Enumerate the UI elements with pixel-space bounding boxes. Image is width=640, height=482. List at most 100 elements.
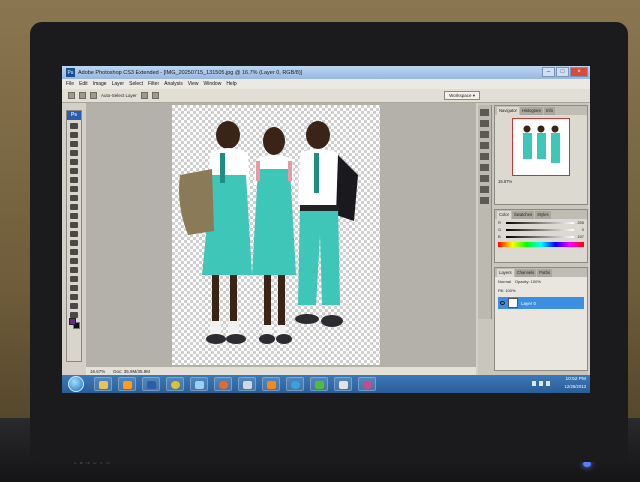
slider-track-b[interactable] [506, 235, 574, 238]
tab-paths[interactable]: Paths [537, 269, 552, 277]
tab-info[interactable]: Info [544, 107, 556, 115]
dodge-tool-icon[interactable] [70, 240, 78, 246]
slider-value-b[interactable]: 157 [576, 234, 584, 239]
taskbar-app[interactable] [286, 377, 304, 391]
blend-mode-select[interactable]: Normal [498, 279, 511, 284]
minimize-button[interactable]: – [542, 67, 555, 77]
network-icon[interactable] [532, 381, 536, 386]
clock-time[interactable]: 10:52 PM [556, 377, 586, 382]
document-canvas[interactable] [172, 105, 380, 365]
opacity-field[interactable]: Opacity: 100% [515, 279, 541, 284]
shape-tool-icon[interactable] [70, 276, 78, 282]
clock-date[interactable]: 12/26/2013 [556, 384, 586, 389]
layer-name[interactable]: Layer 0 [521, 301, 536, 306]
actions-panel-icon[interactable] [480, 120, 489, 127]
menu-file[interactable]: File [66, 81, 74, 87]
gradient-tool-icon[interactable] [70, 222, 78, 228]
tab-navigator[interactable]: Navigator [497, 107, 519, 115]
taskbar-explorer[interactable] [94, 377, 112, 391]
stamp-tool-icon[interactable] [70, 195, 78, 201]
clone-source-icon[interactable] [480, 153, 489, 160]
move-tool-icon[interactable] [68, 92, 75, 99]
fill-field[interactable]: Fill: 100% [498, 288, 516, 293]
measurement-log-icon[interactable] [480, 197, 489, 204]
color-slider-b[interactable]: B 157 [495, 233, 587, 240]
tab-histogram[interactable]: Histogram [519, 107, 544, 115]
navigator-zoom[interactable]: 16.67% [495, 179, 587, 184]
taskbar-app[interactable] [334, 377, 352, 391]
taskbar-firefox[interactable] [214, 377, 232, 391]
canvas-workspace[interactable] [86, 103, 476, 367]
layer-comps-icon[interactable] [480, 164, 489, 171]
taskbar-chrome[interactable] [166, 377, 184, 391]
close-button[interactable]: × [570, 67, 588, 77]
lasso-tool-icon[interactable] [70, 141, 78, 147]
align-icon[interactable] [90, 92, 97, 99]
path-select-icon[interactable] [70, 267, 78, 273]
slider-track-g[interactable] [506, 228, 574, 231]
slider-value-r[interactable]: 255 [576, 220, 584, 225]
eye-icon[interactable] [500, 301, 505, 305]
hand-tool-icon[interactable] [70, 303, 78, 309]
move-tool-icon[interactable] [70, 123, 78, 129]
magic-wand-tool-icon[interactable] [70, 150, 78, 156]
battery-icon[interactable] [546, 381, 550, 386]
pen-tool-icon[interactable] [70, 249, 78, 255]
distribute-icon[interactable] [151, 92, 159, 99]
taskbar-app[interactable] [358, 377, 376, 391]
crop-tool-icon[interactable] [70, 159, 78, 165]
tab-swatches[interactable]: Swatches [512, 211, 535, 219]
blur-tool-icon[interactable] [70, 231, 78, 237]
brushes-panel-icon[interactable] [480, 131, 489, 138]
menu-help[interactable]: Help [226, 81, 236, 87]
slider-track-r[interactable] [506, 221, 574, 224]
menu-edit[interactable]: Edit [79, 81, 88, 87]
eraser-tool-icon[interactable] [70, 213, 78, 219]
notes-tool-icon[interactable] [70, 285, 78, 291]
tab-styles[interactable]: Styles [535, 211, 551, 219]
distribute-icon[interactable] [140, 92, 148, 99]
layer-row[interactable]: Layer 0 [498, 297, 584, 309]
marquee-tool-icon[interactable] [70, 132, 78, 138]
brush-tool-icon[interactable] [70, 186, 78, 192]
color-slider-g[interactable]: G 0 [495, 226, 587, 233]
zoom-level[interactable]: 16.67% [90, 369, 105, 374]
workspace-dropdown[interactable]: Workspace ▾ [444, 91, 480, 100]
taskbar-media-player[interactable] [118, 377, 136, 391]
taskbar-app[interactable] [262, 377, 280, 391]
healing-tool-icon[interactable] [70, 177, 78, 183]
menu-view[interactable]: View [188, 81, 199, 87]
color-slider-r[interactable]: R 255 [495, 219, 587, 226]
tool-presets-icon[interactable] [480, 142, 489, 149]
taskbar-photoshop[interactable] [142, 377, 160, 391]
menu-select[interactable]: Select [129, 81, 143, 87]
slider-value-g[interactable]: 0 [576, 227, 584, 232]
menu-analysis[interactable]: Analysis [164, 81, 183, 87]
menu-image[interactable]: Image [93, 81, 107, 87]
tab-color[interactable]: Color [497, 211, 512, 219]
start-button[interactable] [68, 376, 84, 392]
color-spectrum[interactable] [498, 242, 584, 247]
history-brush-icon[interactable] [70, 204, 78, 210]
auto-select-checkbox[interactable]: Auto-Select Layer [101, 93, 137, 98]
menu-window[interactable]: Window [204, 81, 222, 87]
paragraph-panel-icon[interactable] [480, 186, 489, 193]
window-titlebar[interactable]: Ps Adobe Photoshop CS3 Extended - [IMG_2… [62, 66, 590, 79]
type-tool-icon[interactable] [70, 258, 78, 264]
taskbar-app[interactable] [310, 377, 328, 391]
slice-tool-icon[interactable] [70, 168, 78, 174]
navigator-thumbnail[interactable] [512, 118, 570, 176]
volume-icon[interactable] [539, 381, 543, 386]
maximize-button[interactable]: □ [556, 67, 569, 77]
taskbar-paint[interactable] [190, 377, 208, 391]
character-panel-icon[interactable] [480, 175, 489, 182]
history-panel-icon[interactable] [480, 109, 489, 116]
menu-filter[interactable]: Filter [148, 81, 159, 87]
eyedropper-tool-icon[interactable] [70, 294, 78, 300]
menu-layer[interactable]: Layer [112, 81, 125, 87]
taskbar-calculator[interactable] [238, 377, 256, 391]
align-icon[interactable] [79, 92, 86, 99]
tab-channels[interactable]: Channels [514, 269, 537, 277]
tab-layers[interactable]: Layers [497, 269, 514, 277]
foreground-color-swatch[interactable] [69, 318, 76, 325]
